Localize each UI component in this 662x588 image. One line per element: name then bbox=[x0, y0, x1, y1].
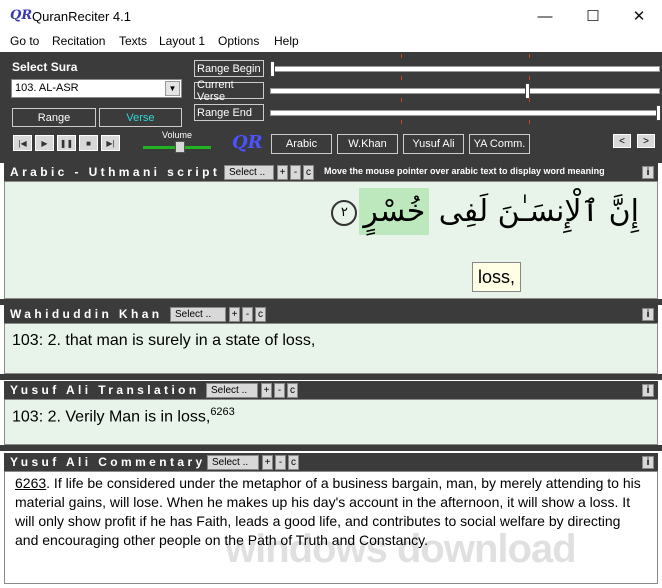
comm-plus-button[interactable]: + bbox=[262, 455, 273, 470]
watermark: windows download bbox=[225, 527, 577, 571]
verse-toggle[interactable]: Verse bbox=[99, 108, 182, 127]
sura-value: 103. AL-ASR bbox=[15, 82, 79, 94]
comm-panel-header: Yusuf Ali Commentary Select .. + - c i bbox=[4, 453, 658, 471]
current-verse-slider[interactable] bbox=[270, 88, 660, 94]
comm-info-button[interactable]: i bbox=[642, 456, 654, 469]
separator bbox=[0, 374, 662, 380]
arabic-button[interactable]: Arabic bbox=[271, 134, 332, 154]
minimize-button[interactable]: — bbox=[522, 0, 568, 32]
slider-tick bbox=[528, 76, 530, 80]
slider-tick bbox=[401, 76, 403, 80]
current-verse-label: Current Verse bbox=[194, 79, 264, 103]
yusuf-c-button[interactable]: c bbox=[287, 383, 298, 398]
wkhan-panel-header: Wahiduddin Khan Select .. + - c i bbox=[4, 305, 658, 323]
window-title: QuranReciter 4.1 bbox=[32, 9, 131, 24]
current-verse-thumb[interactable] bbox=[524, 83, 530, 99]
prev-button[interactable]: < bbox=[613, 134, 631, 148]
menu-layout[interactable]: Layout 1 bbox=[159, 34, 205, 48]
ya-comm-button[interactable]: YA Comm. bbox=[469, 134, 530, 154]
arabic-c-button[interactable]: c bbox=[303, 165, 314, 180]
arabic-panel-header: Arabic - Uthmani script Select .. + - c … bbox=[4, 163, 658, 181]
arabic-verse: إِنَّ ٱلْإِنسَـٰنَ لَفِى خُسْرٍ٢ bbox=[329, 188, 639, 235]
slider-tick bbox=[528, 120, 530, 124]
arabic-panel-title: Arabic - Uthmani script bbox=[10, 165, 221, 179]
highlighted-word[interactable]: خُسْرٍ bbox=[359, 188, 430, 235]
range-begin-thumb[interactable] bbox=[270, 61, 275, 77]
pause-icon[interactable]: ❚❚ bbox=[57, 135, 76, 151]
yusuf-verse: 103: 2. Verily Man is in loss, bbox=[12, 408, 211, 426]
yusuf-panel-title: Yusuf Ali Translation bbox=[10, 383, 200, 397]
range-toggle[interactable]: Range bbox=[12, 108, 96, 127]
separator bbox=[0, 445, 662, 451]
range-end-slider[interactable] bbox=[270, 110, 660, 116]
first-verse-icon[interactable]: |◀ bbox=[13, 135, 32, 151]
yusuf-plus-button[interactable]: + bbox=[261, 383, 272, 398]
volume-label: Volume bbox=[162, 130, 193, 140]
arabic-plus-button[interactable]: + bbox=[277, 165, 288, 180]
yusuf-select-button[interactable]: Select .. bbox=[206, 383, 258, 398]
comm-panel: 6263. If life be considered under the me… bbox=[4, 471, 658, 584]
last-verse-icon[interactable]: ▶| bbox=[101, 135, 120, 151]
title-bar: QR QuranReciter 4.1 — ☐ ✕ bbox=[0, 0, 662, 32]
arabic-minus-button[interactable]: - bbox=[290, 165, 301, 180]
yusuf-panel-header: Yusuf Ali Translation Select .. + - c i bbox=[4, 381, 658, 399]
word-meaning-tooltip: loss, bbox=[472, 262, 521, 292]
range-begin-label: Range Begin bbox=[194, 60, 264, 77]
wkhan-panel: 103: 2. that man is surely in a state of… bbox=[4, 323, 658, 374]
yusuf-panel: 103: 2. Verily Man is in loss,6263 bbox=[4, 399, 658, 445]
slider-tick bbox=[401, 98, 403, 102]
volume-thumb[interactable] bbox=[174, 141, 185, 153]
slider-tick bbox=[401, 54, 403, 58]
footnote-ref[interactable]: 6263 bbox=[210, 406, 234, 418]
arabic-text: إِنَّ ٱلْإِنسَـٰنَ لَفِى bbox=[429, 194, 639, 229]
wkhan-select-button[interactable]: Select .. bbox=[170, 307, 226, 322]
sura-dropdown[interactable]: 103. AL-ASR ▼ bbox=[11, 79, 182, 98]
select-sura-label: Select Sura bbox=[12, 60, 78, 74]
chevron-down-icon[interactable]: ▼ bbox=[165, 81, 180, 96]
yusuf-minus-button[interactable]: - bbox=[274, 383, 285, 398]
comm-c-button[interactable]: c bbox=[288, 455, 299, 470]
qr-logo: QR bbox=[232, 132, 263, 153]
close-button[interactable]: ✕ bbox=[616, 0, 662, 32]
verse-number-mark: ٢ bbox=[331, 199, 358, 226]
maximize-button[interactable]: ☐ bbox=[570, 0, 616, 32]
stop-icon[interactable]: ■ bbox=[79, 135, 98, 151]
range-begin-slider[interactable] bbox=[270, 66, 660, 72]
wkhan-plus-button[interactable]: + bbox=[229, 307, 240, 322]
play-icon[interactable]: ▶ bbox=[35, 135, 54, 151]
control-panel: Select Sura 103. AL-ASR ▼ Range Verse |◀… bbox=[0, 52, 662, 163]
slider-tick bbox=[528, 98, 530, 102]
slider-tick bbox=[528, 54, 530, 58]
wkhan-panel-title: Wahiduddin Khan bbox=[10, 307, 163, 321]
comm-minus-button[interactable]: - bbox=[275, 455, 286, 470]
arabic-hint: Move the mouse pointer over arabic text … bbox=[324, 166, 605, 176]
yusuf-info-button[interactable]: i bbox=[642, 384, 654, 397]
arabic-select-button[interactable]: Select .. bbox=[224, 165, 274, 180]
comm-select-button[interactable]: Select .. bbox=[207, 455, 259, 470]
comm-panel-title: Yusuf Ali Commentary bbox=[10, 455, 206, 469]
menu-options[interactable]: Options bbox=[218, 34, 259, 48]
menu-goto[interactable]: Go to bbox=[10, 34, 39, 48]
wkhan-minus-button[interactable]: - bbox=[242, 307, 253, 322]
next-button[interactable]: > bbox=[637, 134, 655, 148]
arabic-panel: إِنَّ ٱلْإِنسَـٰنَ لَفِى خُسْرٍ٢ loss, bbox=[4, 181, 658, 299]
commentary-ref-link[interactable]: 6263 bbox=[15, 475, 46, 491]
wkhan-info-button[interactable]: i bbox=[642, 308, 654, 321]
yusuf-ali-button[interactable]: Yusuf Ali bbox=[403, 134, 464, 154]
wkhan-text: 103: 2. that man is surely in a state of… bbox=[12, 332, 316, 349]
slider-tick bbox=[401, 120, 403, 124]
range-end-label: Range End bbox=[194, 104, 264, 121]
yusuf-text: 103: 2. Verily Man is in loss,6263 bbox=[12, 406, 235, 426]
app-icon: QR bbox=[10, 8, 33, 23]
menu-recitation[interactable]: Recitation bbox=[52, 34, 105, 48]
wkhan-button[interactable]: W.Khan bbox=[337, 134, 398, 154]
menu-help[interactable]: Help bbox=[274, 34, 299, 48]
wkhan-c-button[interactable]: c bbox=[255, 307, 266, 322]
arabic-info-button[interactable]: i bbox=[642, 166, 654, 179]
menu-bar: Go to Recitation Texts Layout 1 Options … bbox=[0, 32, 662, 52]
menu-texts[interactable]: Texts bbox=[119, 34, 147, 48]
range-end-thumb[interactable] bbox=[656, 105, 661, 121]
